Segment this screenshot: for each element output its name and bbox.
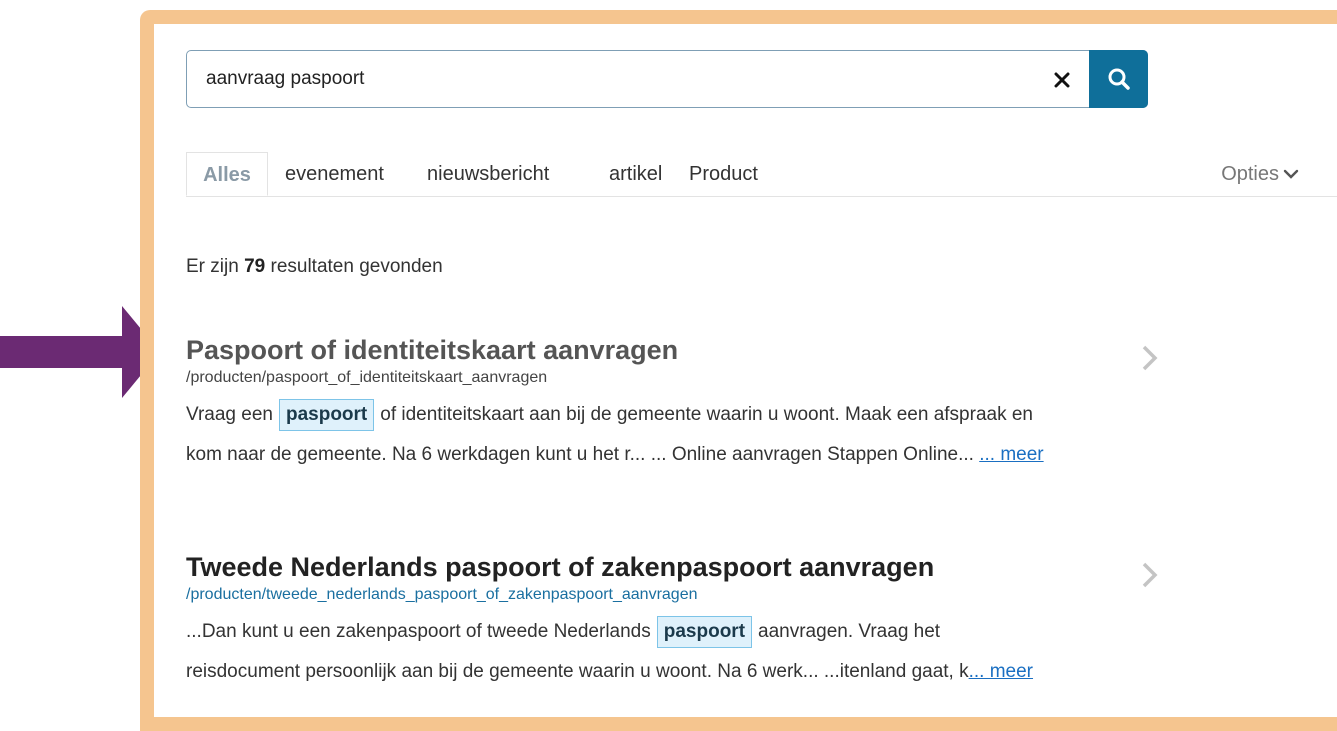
result-url[interactable]: /producten/tweede_nederlands_paspoort_of…: [186, 584, 1156, 606]
snippet-line: ...Dan kunt u een zakenpaspoort of tweed…: [186, 612, 1151, 652]
search-term-highlight: paspoort: [278, 399, 375, 431]
page: Alles evenement nieuwsbericht artikel Pr…: [0, 0, 1337, 731]
results-count-number: 79: [244, 256, 266, 277]
snippet-text: of identiteitskaart aan bij de gemeente …: [380, 404, 1034, 425]
tab-artikel[interactable]: artikel: [609, 152, 662, 196]
arrow-right-icon: [0, 306, 160, 398]
chevron-right-icon[interactable]: [1136, 560, 1162, 590]
search-term-highlight: paspoort: [656, 616, 753, 648]
search-icon: [1108, 68, 1130, 90]
result-title[interactable]: Tweede Nederlands paspoort of zakenpaspo…: [186, 550, 1156, 584]
result-snippet: ...Dan kunt u een zakenpaspoort of tweed…: [186, 612, 1151, 692]
clear-search-button[interactable]: [1045, 63, 1079, 97]
snippet-text: reisdocument persoonlijk aan bij de geme…: [186, 661, 969, 682]
snippet-line: reisdocument persoonlijk aan bij de geme…: [186, 652, 1151, 692]
snippet-text: Vraag een: [186, 404, 273, 425]
tab-alles[interactable]: Alles: [186, 152, 268, 196]
chevron-right-icon[interactable]: [1136, 343, 1162, 373]
results-count-suffix: resultaten gevonden: [265, 256, 443, 277]
filter-tabs: Alles evenement nieuwsbericht artikel Pr…: [186, 152, 1337, 197]
snippet-line: Vraag een paspoort of identiteitskaart aan…: [186, 395, 1151, 435]
result-snippet: Vraag een paspoort of identiteitskaart aan…: [186, 395, 1151, 475]
snippet-text: aanvragen. Vraag het: [758, 621, 941, 642]
snippet-text: kom naar de gemeente. Na 6 werkdagen kun…: [186, 444, 974, 465]
search-input[interactable]: [187, 51, 1067, 107]
highlight-frame: Alles evenement nieuwsbericht artikel Pr…: [140, 10, 1337, 731]
tab-product[interactable]: Product: [689, 152, 758, 196]
more-link[interactable]: ... meer: [979, 444, 1043, 465]
result-url[interactable]: /producten/paspoort_of_identiteitskaart_…: [186, 367, 1156, 389]
search-result: Tweede Nederlands paspoort of zakenpaspo…: [186, 550, 1158, 692]
snippet-line: kom naar de gemeente. Na 6 werkdagen kun…: [186, 435, 1151, 475]
search-results-panel: Alles evenement nieuwsbericht artikel Pr…: [154, 24, 1337, 717]
search-result: Paspoort of identiteitskaart aanvragen /…: [186, 333, 1158, 475]
search-button[interactable]: [1089, 50, 1148, 108]
search-bar: [186, 50, 1148, 108]
close-icon: [1054, 72, 1070, 88]
tab-evenement[interactable]: evenement: [285, 152, 384, 196]
results-count: Er zijn 79 resultaten gevonden: [186, 256, 443, 278]
options-dropdown[interactable]: Opties: [1221, 152, 1299, 196]
result-title[interactable]: Paspoort of identiteitskaart aanvragen: [186, 333, 1156, 367]
snippet-text: ...Dan kunt u een zakenpaspoort of tweed…: [186, 621, 651, 642]
tab-nieuwsbericht[interactable]: nieuwsbericht: [427, 152, 549, 196]
more-link[interactable]: ... meer: [969, 661, 1033, 682]
options-label: Opties: [1221, 163, 1279, 185]
chevron-down-icon: [1283, 169, 1299, 179]
results-count-prefix: Er zijn: [186, 256, 245, 277]
